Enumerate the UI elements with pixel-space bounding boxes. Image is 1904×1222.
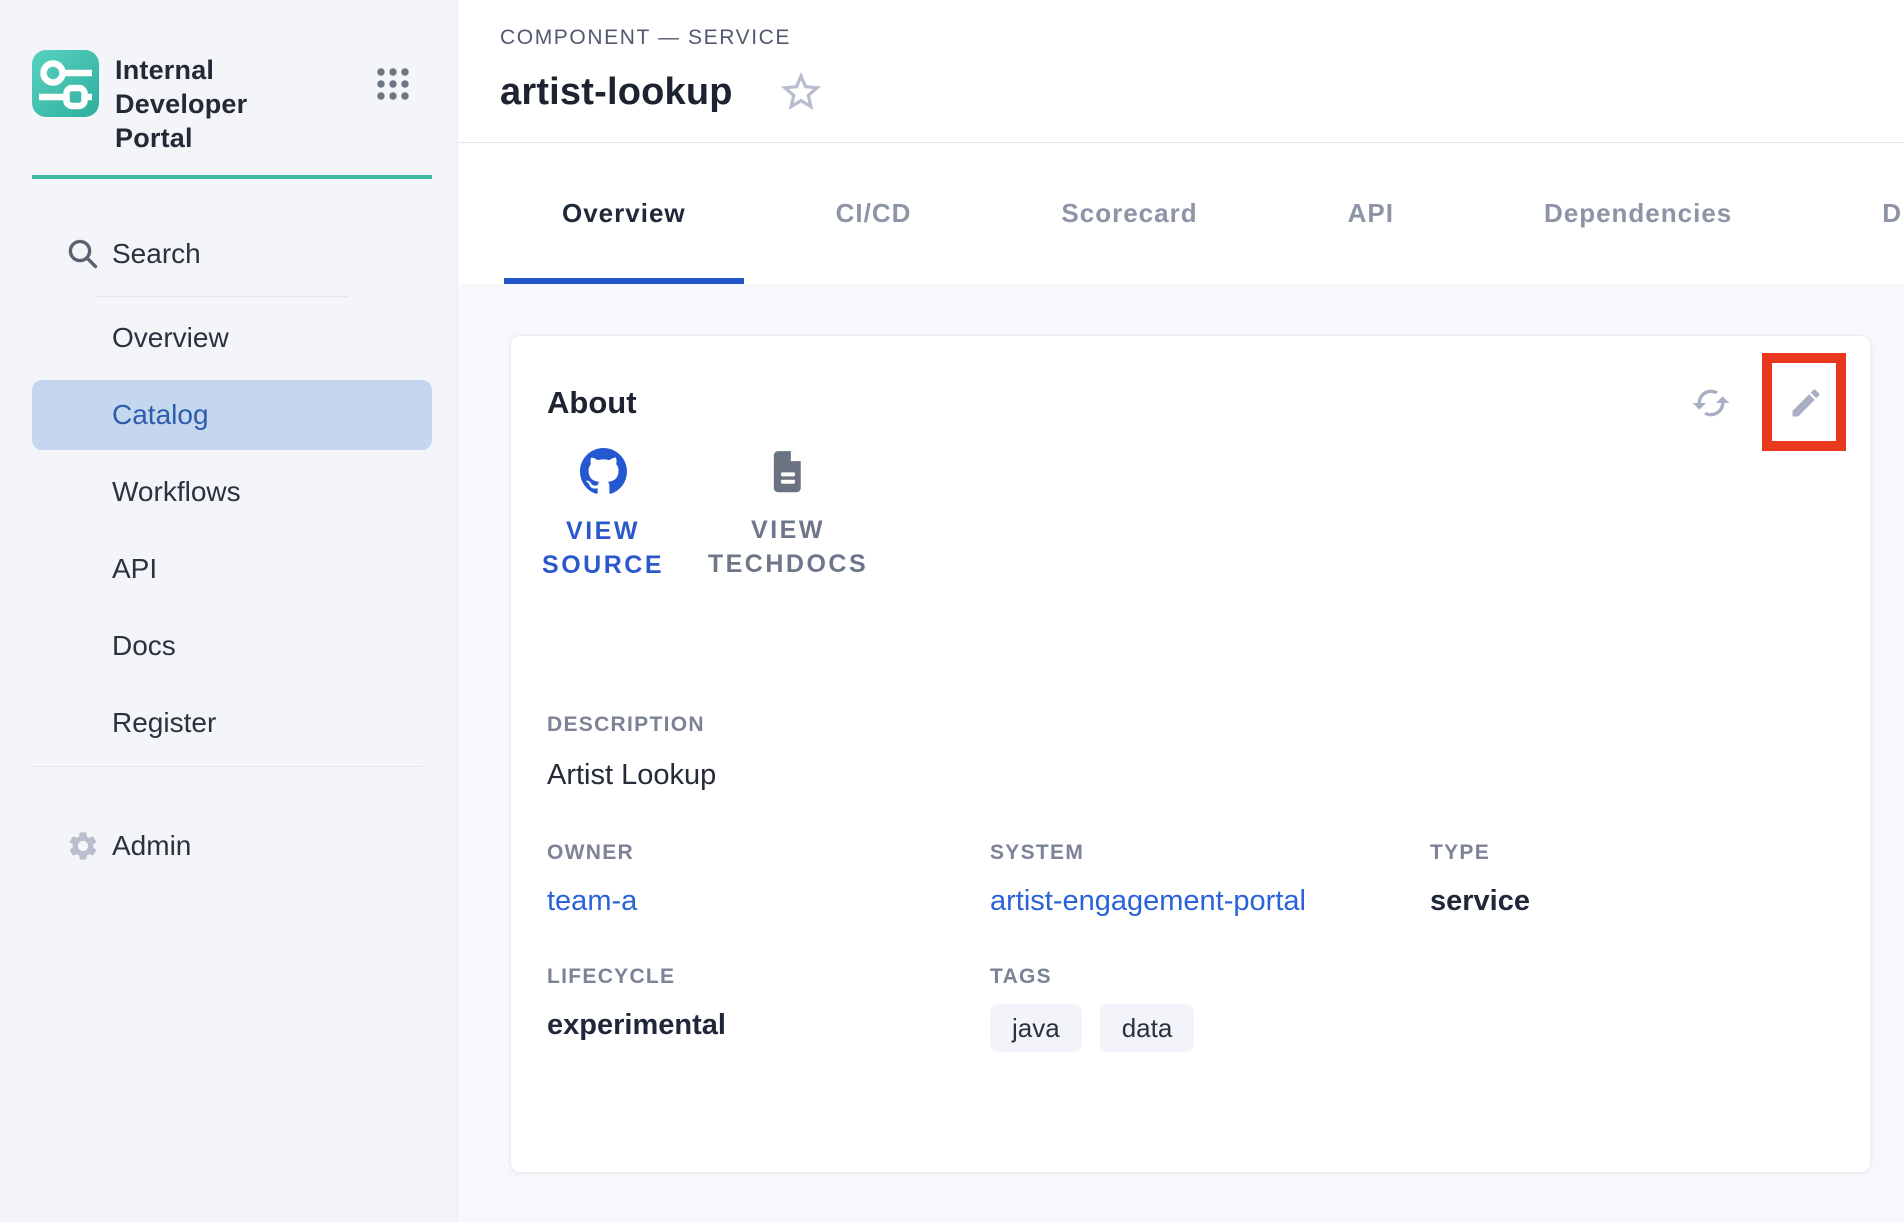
- sidebar-item-label: Workflows: [112, 476, 241, 508]
- sidebar-item-overview[interactable]: Overview: [32, 303, 432, 373]
- tab-ci-cd[interactable]: CI/CD: [778, 143, 970, 284]
- description-value: Artist Lookup: [547, 758, 1824, 792]
- sidebar-item-label: Register: [112, 707, 216, 739]
- tag-chip[interactable]: data: [1100, 1004, 1195, 1052]
- sidebar-item-label: Docs: [112, 630, 176, 662]
- lifecycle-value: experimental: [547, 1008, 990, 1042]
- description-field: DESCRIPTION Artist Lookup: [547, 712, 1824, 792]
- sidebar-divider: [32, 766, 423, 767]
- owner-field: OWNER team-a: [547, 840, 990, 918]
- type-field: TYPE service: [1430, 840, 1824, 918]
- sidebar-item-search[interactable]: Search: [32, 219, 432, 289]
- techdocs-file-icon: [771, 448, 805, 499]
- tab-overview[interactable]: Overview: [504, 143, 744, 284]
- sidebar-item-label: Search: [112, 238, 201, 270]
- tab-dependencies[interactable]: Dependencies: [1486, 143, 1790, 284]
- view-techdocs-label: VIEW TECHDOCS: [708, 513, 868, 581]
- tags-label: TAGS: [990, 964, 1430, 990]
- apps-grid-icon[interactable]: [374, 65, 412, 106]
- sidebar-item-label: Admin: [112, 830, 191, 862]
- sidebar-item-register[interactable]: Register: [32, 688, 432, 758]
- app-title: Internal Developer Portal: [115, 53, 315, 155]
- system-label: SYSTEM: [990, 840, 1430, 866]
- content-area: About: [458, 284, 1904, 1222]
- owner-label: OWNER: [547, 840, 990, 866]
- entity-header: COMPONENT — SERVICE artist-lookup: [458, 0, 1904, 143]
- view-source-label: VIEW SOURCE: [542, 514, 664, 582]
- tag-chip[interactable]: java: [990, 1004, 1082, 1052]
- sidebar-item-label: API: [112, 553, 157, 585]
- tab-clipped[interactable]: D: [1824, 143, 1904, 284]
- tags-field: TAGS java data: [990, 964, 1430, 1052]
- page-title: artist-lookup: [500, 68, 733, 116]
- sidebar-item-docs[interactable]: Docs: [32, 611, 432, 681]
- sidebar-divider: [96, 296, 349, 297]
- sidebar: Internal Developer Portal Search Overvie…: [0, 0, 458, 1222]
- card-links: VIEW SOURCE VIEW TECHDOCS: [547, 448, 1824, 582]
- view-source-link[interactable]: VIEW SOURCE: [547, 448, 659, 582]
- lifecycle-field: LIFECYCLE experimental: [547, 964, 990, 1052]
- brand-underline: [32, 175, 432, 179]
- sidebar-item-admin[interactable]: Admin: [32, 811, 432, 881]
- type-label: TYPE: [1430, 840, 1824, 866]
- owner-value-link[interactable]: team-a: [547, 884, 990, 918]
- card-title: About: [547, 382, 1824, 424]
- type-value: service: [1430, 884, 1824, 918]
- app-logo-icon: [32, 50, 99, 117]
- sidebar-item-api[interactable]: API: [32, 534, 432, 604]
- metadata-grid: OWNER team-a SYSTEM artist-engagement-po…: [547, 840, 1824, 1052]
- description-label: DESCRIPTION: [547, 712, 1824, 738]
- breadcrumb: COMPONENT — SERVICE: [500, 26, 1904, 50]
- tab-bar: Overview CI/CD Scorecard API Dependencie…: [458, 143, 1904, 284]
- tab-scorecard[interactable]: Scorecard: [1003, 143, 1255, 284]
- system-value-link[interactable]: artist-engagement-portal: [990, 884, 1430, 918]
- sidebar-item-catalog[interactable]: Catalog: [32, 380, 432, 450]
- about-card: About: [510, 335, 1871, 1173]
- favorite-star-icon[interactable]: [777, 68, 825, 116]
- main-area: COMPONENT — SERVICE artist-lookup Overvi…: [458, 0, 1904, 1222]
- github-icon: [580, 448, 627, 500]
- refresh-icon[interactable]: [1688, 383, 1734, 423]
- sidebar-item-label: Overview: [112, 322, 229, 354]
- edit-pencil-icon[interactable]: [1788, 385, 1824, 421]
- sidebar-nav: Search Overview Catalog Workflows API Do…: [0, 219, 457, 881]
- search-icon: [66, 237, 100, 271]
- lifecycle-label: LIFECYCLE: [547, 964, 990, 990]
- sidebar-item-workflows[interactable]: Workflows: [32, 457, 432, 527]
- tab-api[interactable]: API: [1290, 143, 1452, 284]
- system-field: SYSTEM artist-engagement-portal: [990, 840, 1430, 918]
- sidebar-item-label: Catalog: [112, 399, 209, 431]
- gear-icon: [66, 829, 100, 863]
- brand-header: Internal Developer Portal: [0, 0, 457, 155]
- view-techdocs-link[interactable]: VIEW TECHDOCS: [709, 448, 867, 582]
